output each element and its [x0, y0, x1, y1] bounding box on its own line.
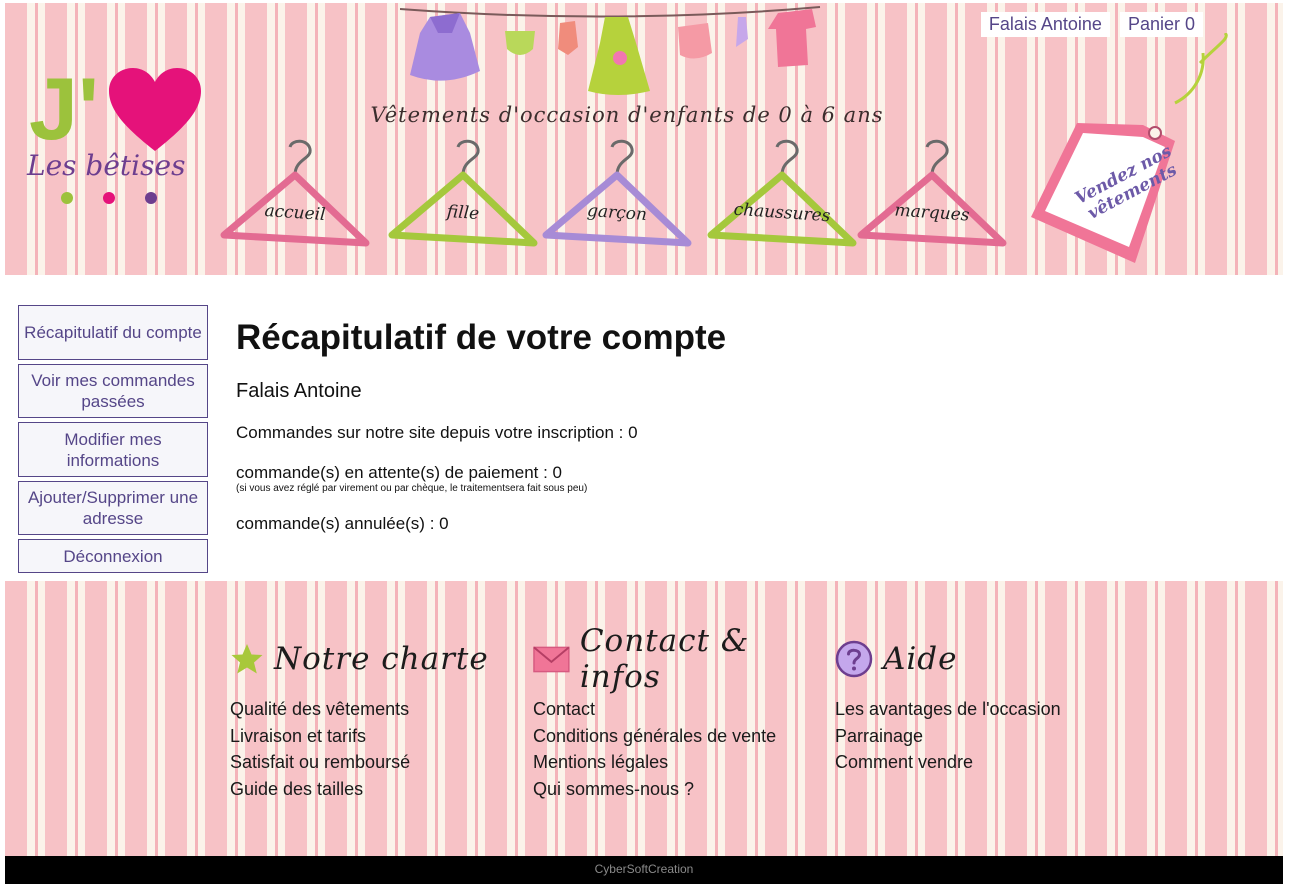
nav-marques[interactable]: marques [857, 135, 1007, 253]
sidebar-item-account-summary[interactable]: Récapitulatif du compte [18, 305, 208, 360]
site-footer: Notre charte Qualité des vêtements Livra… [5, 581, 1283, 856]
footer-link-delivery[interactable]: Livraison et tarifs [230, 723, 530, 750]
footer-link-advantages[interactable]: Les avantages de l'occasion [835, 696, 1135, 723]
account-sidebar: Récapitulatif du compte Voir mes command… [18, 305, 208, 577]
nav-fille[interactable]: fille [388, 135, 538, 253]
heart-icon [109, 68, 201, 151]
sidebar-item-logout[interactable]: Déconnexion [18, 539, 208, 573]
footer-column-title: Contact & infos [579, 623, 750, 695]
hanger-icon [220, 139, 370, 247]
footer-link-quality[interactable]: Qualité des vêtements [230, 696, 530, 723]
pending-payment-note: (si vous avez réglé par virement ou par … [236, 483, 588, 494]
footer-link-terms[interactable]: Conditions générales de vente [533, 723, 833, 750]
logo-subtitle: Les bêtises [27, 149, 186, 182]
hanger-icon [388, 139, 538, 247]
credits-bar: CyberSoftCreation [5, 856, 1283, 884]
site-header: J' Les bêtises Vêtements d'occasion d'en… [5, 3, 1283, 275]
site-tagline: Vêtements d'occasion d'enfants de 0 à 6 … [370, 103, 884, 127]
question-icon [835, 640, 873, 678]
star-icon [231, 644, 263, 674]
footer-column-charter: Notre charte Qualité des vêtements Livra… [230, 636, 530, 802]
credits-text[interactable]: CyberSoftCreation [595, 862, 694, 876]
footer-link-refund[interactable]: Satisfait ou remboursé [230, 749, 530, 776]
logo-mark: J' [29, 59, 99, 158]
cancelled-orders-count: commande(s) annulée(s) : 0 [236, 514, 449, 533]
sidebar-item-edit-info[interactable]: Modifier mes informations [18, 422, 208, 477]
footer-link-legal[interactable]: Mentions légales [533, 749, 833, 776]
footer-column-contact: Contact & infos Contact Conditions génér… [533, 623, 833, 803]
footer-column-help: Aide Les avantages de l'occasion Parrain… [835, 636, 1135, 776]
sidebar-item-manage-address[interactable]: Ajouter/Supprimer une adresse [18, 481, 208, 535]
footer-link-about[interactable]: Qui sommes-nous ? [533, 776, 833, 803]
logo-dots [61, 191, 187, 209]
footer-column-title: Notre charte [274, 641, 489, 677]
footer-link-referral[interactable]: Parrainage [835, 723, 1135, 750]
site-logo[interactable]: J' Les bêtises [25, 63, 205, 213]
sell-clothes-tag[interactable]: Vendez nos vêtements [1025, 31, 1265, 273]
footer-link-how-to-sell[interactable]: Comment vendre [835, 749, 1135, 776]
pending-payment-count: commande(s) en attente(s) de paiement : … [236, 463, 562, 482]
nav-chaussures[interactable]: chaussures [707, 135, 857, 253]
footer-link-size-guide[interactable]: Guide des tailles [230, 776, 530, 803]
nav-accueil[interactable]: accueil [220, 135, 370, 253]
footer-link-contact[interactable]: Contact [533, 696, 833, 723]
page-title: Récapitulatif de votre compte [236, 318, 727, 357]
envelope-icon [533, 646, 570, 673]
footer-column-title: Aide [883, 641, 958, 677]
nav-garcon[interactable]: garçon [542, 135, 692, 253]
clothesline-illustration [400, 6, 821, 95]
hanger-icon [857, 139, 1007, 247]
user-name: Falais Antoine [236, 380, 362, 402]
account-summary-panel: Récapitulatif de votre compte Falais Ant… [236, 318, 1236, 534]
sidebar-item-past-orders[interactable]: Voir mes commandes passées [18, 364, 208, 418]
orders-count: Commandes sur notre site depuis votre in… [236, 423, 638, 442]
hanger-icon [707, 139, 857, 247]
hanger-icon [542, 139, 692, 247]
